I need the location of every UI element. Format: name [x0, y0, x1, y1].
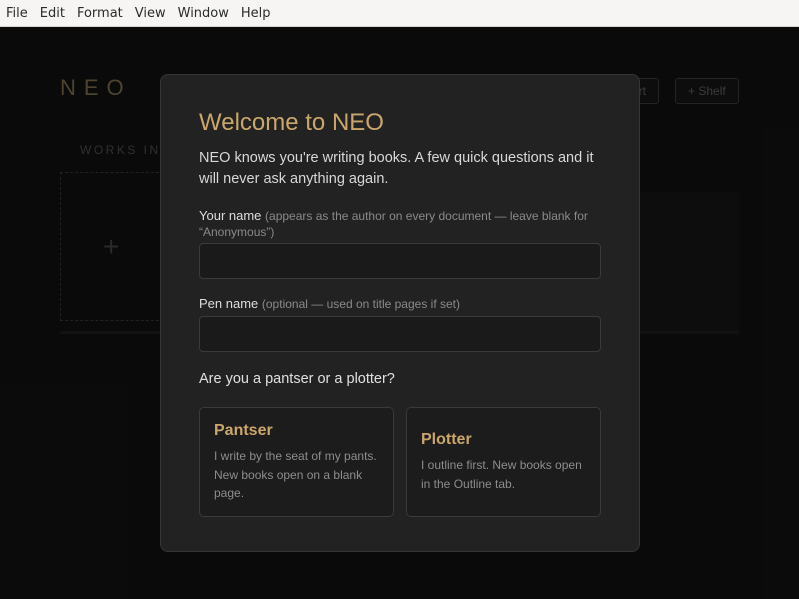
- name-field-label: Your name (appears as the author on ever…: [199, 208, 603, 240]
- menu-view[interactable]: View: [129, 0, 172, 27]
- pen-label-text: Pen name: [199, 296, 259, 311]
- dialog-intro: NEO knows you're writing books. A few qu…: [199, 150, 594, 187]
- pen-label-hint: (optional — used on title pages if set): [261, 297, 461, 311]
- writer-type-question: Are you a pantser or a plotter?: [199, 371, 395, 387]
- menu-bar: File Edit Format View Window Help: [0, 0, 799, 27]
- pantser-option[interactable]: Pantser I write by the seat of my pants.…: [199, 407, 394, 517]
- plotter-option[interactable]: Plotter I outline first. New books open …: [406, 407, 601, 517]
- name-label-text: Your name: [199, 208, 262, 223]
- menu-edit[interactable]: Edit: [34, 0, 71, 27]
- pen-name-field-label: Pen name (optional — used on title pages…: [199, 296, 603, 312]
- menu-window[interactable]: Window: [172, 0, 235, 27]
- pantser-title: Pantser: [214, 422, 273, 439]
- menu-help[interactable]: Help: [235, 0, 277, 27]
- plotter-title: Plotter: [421, 431, 472, 448]
- menu-file[interactable]: File: [0, 0, 34, 27]
- menu-format[interactable]: Format: [71, 0, 129, 27]
- pantser-description: I write by the seat of my pants. New boo…: [214, 449, 377, 500]
- name-input[interactable]: [199, 243, 601, 279]
- dialog-title: Welcome to NEO: [199, 109, 384, 136]
- pen-name-input[interactable]: [199, 316, 601, 352]
- plotter-description: I outline first. New books open in the O…: [421, 458, 582, 491]
- welcome-dialog: Welcome to NEO NEO knows you're writing …: [160, 74, 640, 552]
